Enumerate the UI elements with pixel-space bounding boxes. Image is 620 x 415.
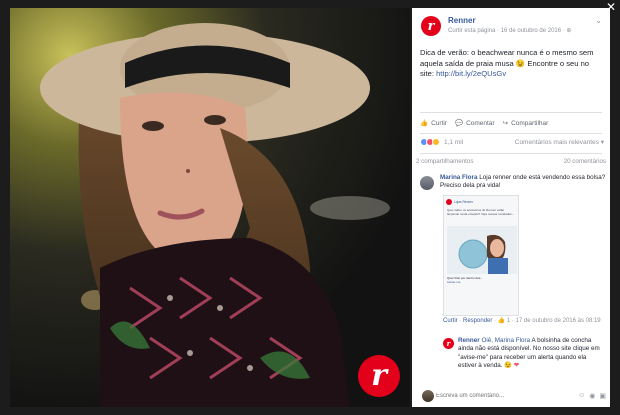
embed-photo-illustration	[447, 226, 517, 274]
comment-button[interactable]: 💬 Comentar	[454, 119, 495, 128]
comment-label: Comentar	[466, 119, 495, 127]
comment-author[interactable]: Marina Flora	[440, 174, 477, 181]
divider	[420, 112, 602, 113]
comment-date[interactable]: 17 de outubro de 2016 às 08:19	[516, 318, 601, 324]
like-icon: 👍	[420, 120, 429, 127]
camera-icon[interactable]: ◉	[589, 392, 595, 400]
embed-photo	[447, 226, 517, 274]
globe-icon: · ⊕	[562, 28, 572, 34]
embed-text: Quer saber os acessórios de Renner estão…	[447, 208, 515, 216]
embed-footer: Quer ficar por dentro das... Avisar-me	[447, 276, 517, 314]
comment-item: Marina Flora Loja renner onde está vende…	[440, 174, 606, 191]
comment-likes: 1	[506, 318, 511, 324]
post-panel: r Renner Curtir esta página · 16 de outu…	[412, 8, 610, 407]
engagement-counts: 2 compartilhamentos 20 comentários	[416, 158, 606, 165]
post-text: Dica de verão: o beachwear nunca é o mes…	[412, 48, 610, 80]
comment-like-icon: 👍	[497, 318, 506, 324]
comment-input[interactable]	[436, 393, 556, 399]
like-label: Curtir	[431, 119, 447, 127]
like-button[interactable]: 👍 Curtir	[420, 119, 447, 128]
gif-icon[interactable]: ▣	[599, 392, 606, 400]
comment-like-link[interactable]: Curtir	[443, 318, 458, 324]
embed-footer-sub[interactable]: Avisar-me	[447, 280, 517, 284]
comment-icon: 💬	[454, 120, 464, 127]
post-actions: 👍 Curtir 💬 Comentar ↪ Compartilhar	[412, 116, 610, 130]
reply-tools: ☺ ◉ ▣	[578, 392, 606, 400]
photo-viewer: r r Renner Curtir esta página · 16 de ou…	[0, 0, 620, 415]
reply-author[interactable]: Renner	[458, 337, 480, 344]
comment-embedded-image[interactable]: Lojas Renner Quer saber os acessórios de…	[443, 195, 519, 316]
reaction-count[interactable]: 1,1 mil	[444, 139, 463, 146]
haha-reaction-icon	[432, 138, 440, 146]
renner-logo: r	[358, 355, 400, 397]
comment-sort-dropdown[interactable]: Comentários mais relevantes ▾	[515, 138, 604, 146]
page-avatar[interactable]: r	[421, 16, 441, 36]
commenter-avatar[interactable]	[420, 176, 434, 190]
comment-meta: Curtir · Responder · 👍 1 · 17 de outubro…	[443, 318, 601, 324]
post-meta: Curtir esta página · 16 de outubro de 20…	[448, 27, 571, 34]
reactions-bar: 1,1 mil Comentários mais relevantes ▾	[420, 136, 604, 148]
photo-illustration	[10, 8, 410, 407]
follow-page-link[interactable]: Curtir esta página	[448, 28, 495, 34]
comment-reply-link[interactable]: Responder	[463, 318, 492, 324]
post-header: r Renner Curtir esta página · 16 de outu…	[412, 8, 610, 44]
embed-header: Lojas Renner	[444, 196, 518, 207]
reply-item: Renner Oiê, Marina Flora A bolsinha de c…	[458, 337, 604, 371]
reply-box: ☺ ◉ ▣	[416, 389, 606, 403]
post-options-chevron-icon[interactable]: ⌄	[595, 16, 602, 25]
close-icon[interactable]: ✕	[604, 0, 618, 14]
embed-title: Lojas Renner	[454, 199, 473, 204]
emoji-icon[interactable]: ☺	[578, 392, 585, 400]
page-name[interactable]: Renner	[448, 16, 476, 25]
reply-mention[interactable]: Oiê, Marina Flora	[481, 337, 530, 344]
comments-count[interactable]: 20 comentários	[564, 158, 606, 165]
divider	[420, 133, 602, 134]
post-photo[interactable]: r	[10, 8, 410, 407]
share-icon: ↪	[502, 120, 509, 127]
reply-avatar[interactable]: r	[443, 338, 454, 349]
share-label: Compartilhar	[511, 119, 549, 127]
divider	[420, 153, 602, 154]
shares-count[interactable]: 2 compartilhamentos	[416, 158, 473, 165]
share-button[interactable]: ↪ Compartilhar	[502, 119, 549, 128]
embed-logo	[446, 198, 452, 205]
heart-icon: ❤	[513, 362, 520, 370]
user-avatar	[422, 390, 434, 402]
post-date[interactable]: 16 de outubro de 2016	[501, 28, 561, 34]
post-link[interactable]: http://bit.ly/2eQUsGv	[436, 69, 506, 78]
